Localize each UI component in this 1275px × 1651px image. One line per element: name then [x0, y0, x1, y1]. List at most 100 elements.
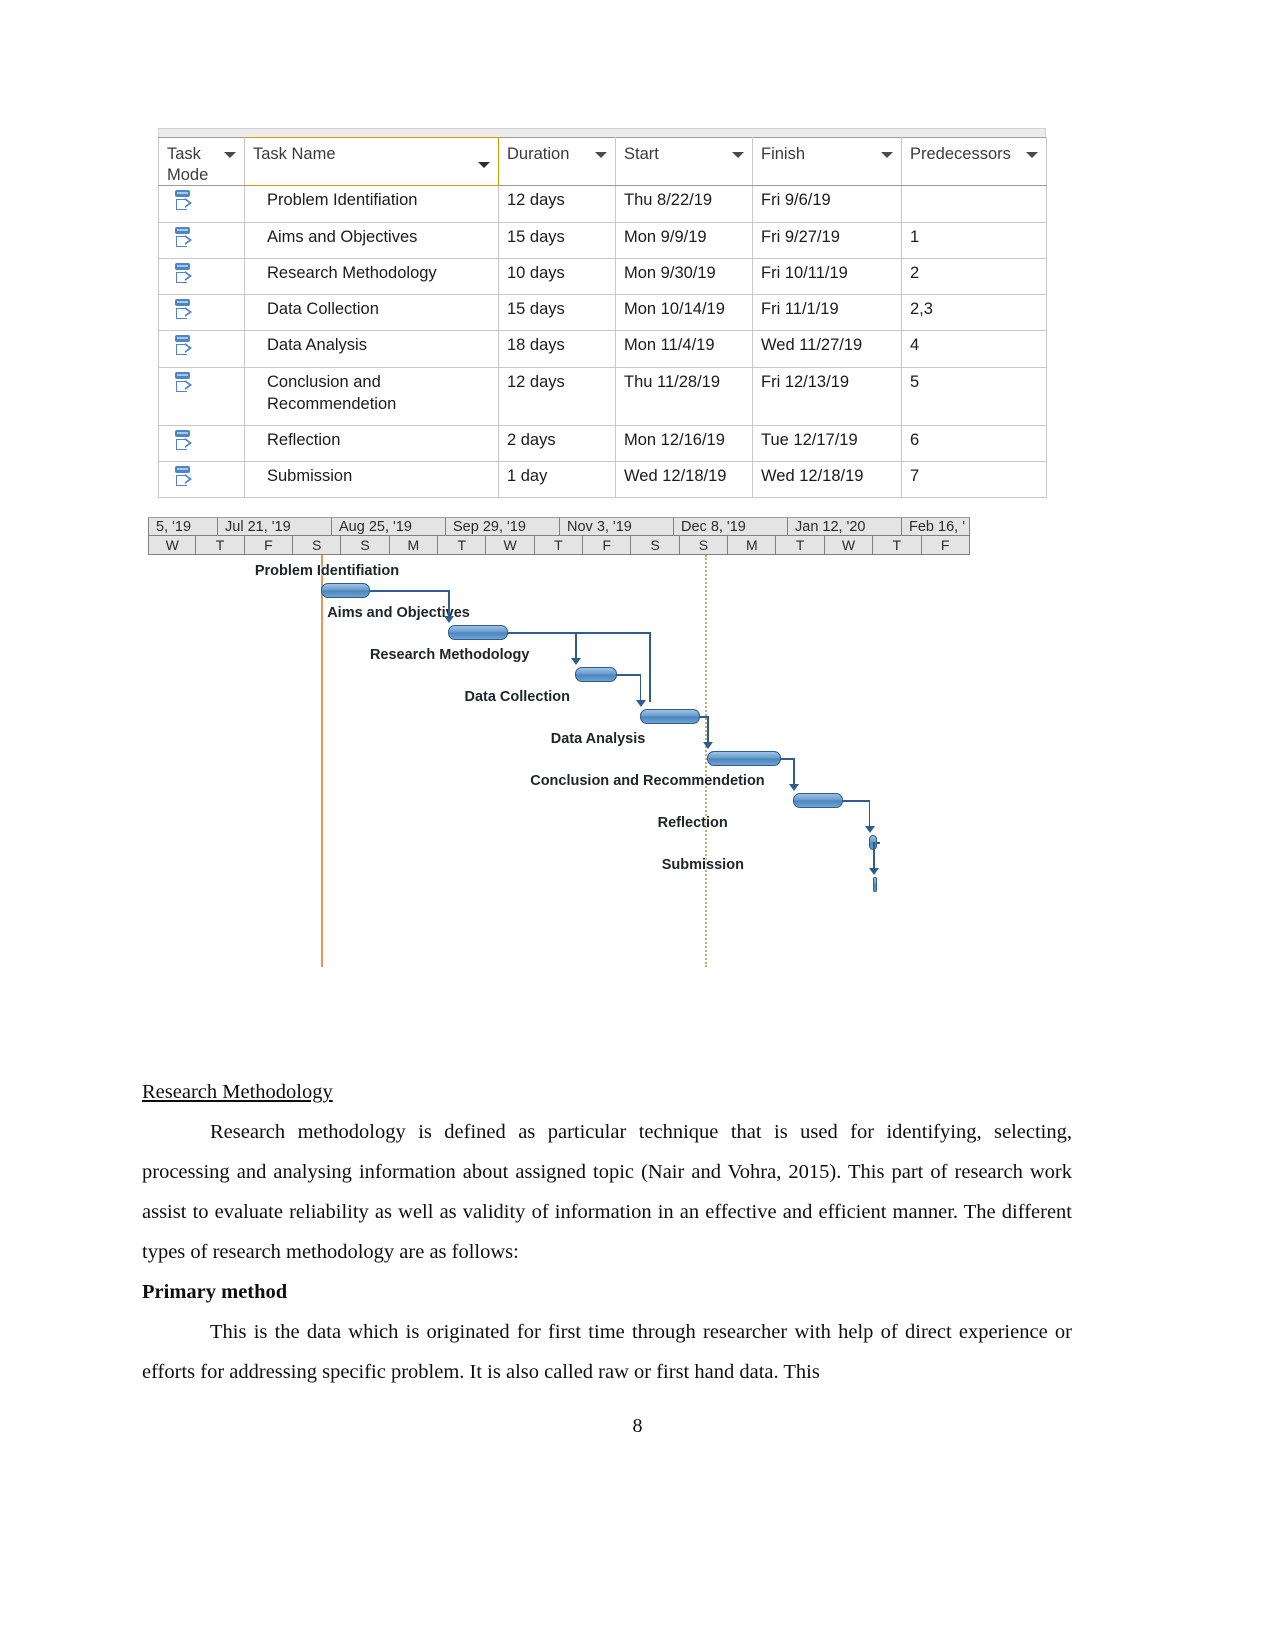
gantt-link-arrow-icon: [789, 784, 800, 791]
table-row[interactable]: Reflection 2 days Mon 12/16/19 Tue 12/17/19…: [158, 424, 1047, 462]
column-header-predecessors[interactable]: Predecessors: [901, 136, 1047, 187]
chevron-down-icon[interactable]: [595, 152, 607, 158]
cell-task-name[interactable]: Research Methodology: [244, 257, 499, 296]
gantt-bar[interactable]: [639, 709, 700, 724]
column-header-duration[interactable]: Duration: [498, 136, 616, 187]
auto-schedule-icon[interactable]: [173, 465, 197, 491]
paragraph-research-methodology: Research methodology is defined as parti…: [142, 1121, 1072, 1263]
column-header-label: Task Name: [253, 145, 336, 163]
cell-start[interactable]: Mon 10/14/19: [615, 294, 753, 332]
cell-task-name[interactable]: Data Analysis: [244, 330, 499, 368]
gantt-bar[interactable]: [575, 667, 617, 682]
cell-duration[interactable]: 15 days: [498, 294, 616, 332]
project-task-table[interactable]: Task Mode Task Name Duration Start Finis…: [158, 136, 1047, 499]
timeline-minor-cell: T: [776, 536, 825, 555]
cell-task-name[interactable]: Data Collection: [244, 294, 499, 332]
cell-start[interactable]: Mon 9/30/19: [615, 257, 753, 296]
cell-predecessors[interactable]: 7: [901, 460, 1047, 499]
cell-finish[interactable]: Wed 11/27/19: [752, 330, 902, 368]
table-row[interactable]: Conclusion and Recommendetion 12 days Thu …: [158, 366, 1047, 426]
gantt-bar-label: Data Analysis: [550, 731, 646, 747]
cell-predecessors[interactable]: 4: [901, 330, 1047, 368]
chevron-down-icon[interactable]: [881, 152, 893, 158]
cell-duration[interactable]: 2 days: [498, 424, 616, 462]
cell-finish[interactable]: Fri 9/27/19: [752, 221, 902, 259]
cell-predecessors[interactable]: 2,3: [901, 294, 1047, 332]
cell-start[interactable]: Thu 11/28/19: [615, 366, 753, 426]
table-row[interactable]: Data Analysis 18 days Mon 11/4/19 Wed 11/27…: [158, 330, 1047, 368]
chevron-down-icon[interactable]: [224, 152, 236, 158]
cell-task-name[interactable]: Submission: [244, 460, 499, 499]
cell-start[interactable]: Wed 12/18/19: [615, 460, 753, 499]
auto-schedule-icon[interactable]: [173, 371, 197, 397]
cell-task-mode[interactable]: [158, 294, 245, 332]
cell-task-name[interactable]: Aims and Objectives: [244, 221, 499, 259]
cell-predecessors[interactable]: [901, 185, 1047, 223]
table-row[interactable]: Submission 1 day Wed 12/18/19 Wed 12/18/19 7: [158, 460, 1047, 499]
gantt-plot-area[interactable]: Problem Identifiation Aims and Objectives…: [148, 555, 970, 967]
auto-schedule-icon[interactable]: [173, 262, 197, 288]
column-header-label: Duration: [507, 145, 570, 163]
cell-finish[interactable]: Fri 11/1/19: [752, 294, 902, 332]
cell-finish[interactable]: Tue 12/17/19: [752, 424, 902, 462]
cell-task-mode[interactable]: [158, 424, 245, 462]
cell-duration[interactable]: 10 days: [498, 257, 616, 296]
column-header-finish[interactable]: Finish: [752, 136, 902, 187]
cell-finish[interactable]: Fri 10/11/19: [752, 257, 902, 296]
auto-schedule-icon[interactable]: [173, 226, 197, 252]
cell-finish[interactable]: Fri 12/13/19: [752, 366, 902, 426]
chevron-down-icon[interactable]: [478, 162, 490, 168]
timeline-major-cell: Sep 29, '19: [446, 518, 560, 536]
auto-schedule-icon[interactable]: [173, 298, 197, 324]
gantt-link-arrow-icon: [444, 616, 455, 623]
gantt-dependency-link: [616, 674, 640, 676]
gantt-link-arrow-icon: [864, 826, 875, 833]
column-header-task-name[interactable]: Task Name: [244, 136, 499, 187]
gantt-bar[interactable]: [448, 625, 509, 640]
cell-duration[interactable]: 12 days: [498, 366, 616, 426]
cell-task-mode[interactable]: [158, 460, 245, 499]
gantt-chart[interactable]: 5, '19 Jul 21, '19 Aug 25, '19 Sep 29, '19 N…: [148, 517, 970, 967]
cell-finish[interactable]: Fri 9/6/19: [752, 185, 902, 223]
cell-task-mode[interactable]: [158, 366, 245, 426]
cell-task-mode[interactable]: [158, 330, 245, 368]
cell-task-mode[interactable]: [158, 257, 245, 296]
cell-duration[interactable]: 12 days: [498, 185, 616, 223]
gantt-dependency-link: [842, 800, 869, 802]
cell-start[interactable]: Mon 12/16/19: [615, 424, 753, 462]
table-row[interactable]: Data Collection 15 days Mon 10/14/19 Fri 11…: [158, 294, 1047, 332]
cell-predecessors[interactable]: 5: [901, 366, 1047, 426]
table-row[interactable]: Problem Identifiation 12 days Thu 8/22/19 F…: [158, 185, 1047, 223]
chevron-down-icon[interactable]: [732, 152, 744, 158]
table-row[interactable]: Research Methodology 10 days Mon 9/30/19 Fr…: [158, 257, 1047, 296]
cell-duration[interactable]: 18 days: [498, 330, 616, 368]
gantt-bar[interactable]: [873, 877, 878, 892]
cell-predecessors[interactable]: 1: [901, 221, 1047, 259]
cell-predecessors[interactable]: 2: [901, 257, 1047, 296]
gantt-bar-label: Conclusion and Recommendetion: [530, 773, 765, 789]
column-header-start[interactable]: Start: [615, 136, 753, 187]
cell-duration[interactable]: 1 day: [498, 460, 616, 499]
cell-task-mode[interactable]: [158, 185, 245, 223]
cell-task-mode[interactable]: [158, 221, 245, 259]
column-header-task-mode[interactable]: Task Mode: [158, 136, 245, 187]
cell-start[interactable]: Mon 11/4/19: [615, 330, 753, 368]
cell-task-name[interactable]: Reflection: [244, 424, 499, 462]
auto-schedule-icon[interactable]: [173, 334, 197, 360]
gantt-timeline-header: 5, '19 Jul 21, '19 Aug 25, '19 Sep 29, '19 N…: [148, 517, 970, 555]
cell-task-name[interactable]: Conclusion and Recommendetion: [244, 366, 499, 426]
gantt-bar[interactable]: [793, 793, 843, 808]
cell-start[interactable]: Thu 8/22/19: [615, 185, 753, 223]
cell-predecessors[interactable]: 6: [901, 424, 1047, 462]
cell-task-name[interactable]: Problem Identifiation: [244, 185, 499, 223]
cell-start[interactable]: Mon 9/9/19: [615, 221, 753, 259]
gantt-bar[interactable]: [706, 751, 781, 766]
section-heading-text: Research Methodology: [142, 1081, 333, 1103]
auto-schedule-icon[interactable]: [173, 429, 197, 455]
table-row[interactable]: Aims and Objectives 15 days Mon 9/9/19 Fri …: [158, 221, 1047, 259]
cell-duration[interactable]: 15 days: [498, 221, 616, 259]
auto-schedule-icon[interactable]: [173, 189, 197, 215]
chevron-down-icon[interactable]: [1026, 152, 1038, 158]
cell-finish[interactable]: Wed 12/18/19: [752, 460, 902, 499]
gantt-bar[interactable]: [320, 583, 370, 598]
